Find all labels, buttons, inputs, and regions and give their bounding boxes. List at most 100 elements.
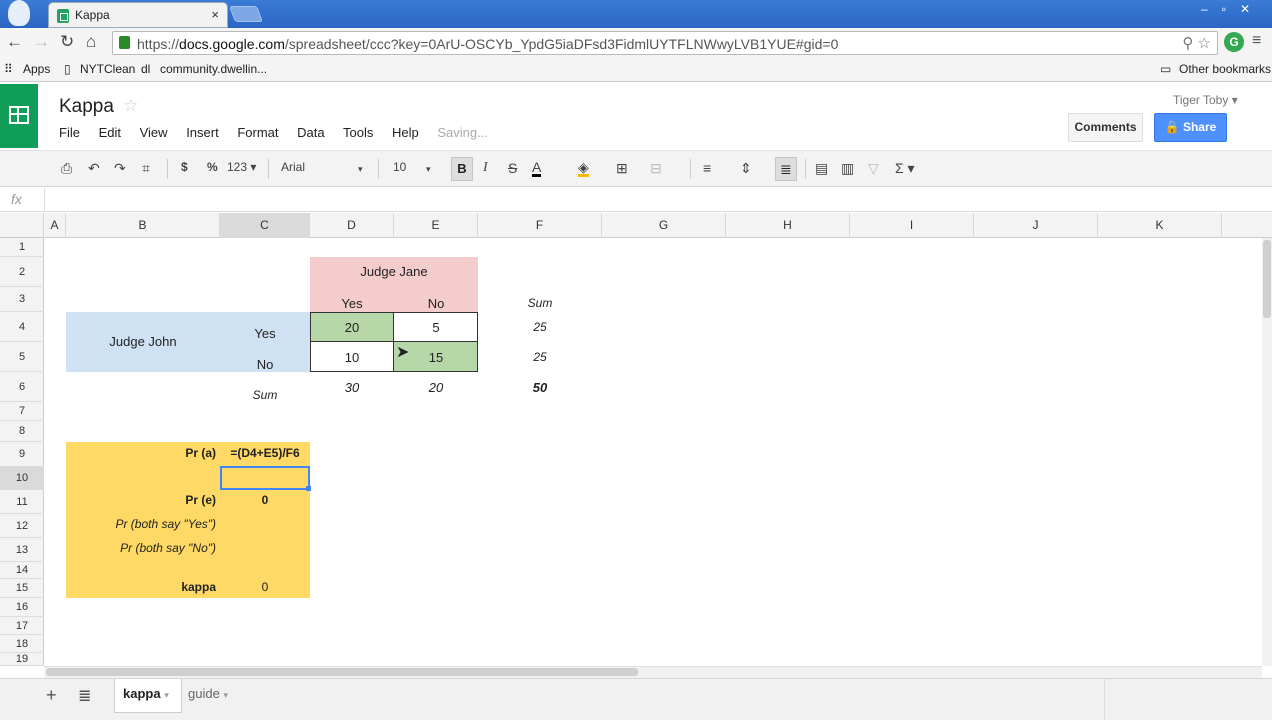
align-left-icon[interactable]: ≡: [703, 160, 711, 176]
home-icon[interactable]: ⌂: [86, 32, 96, 52]
user-name[interactable]: Tiger Toby ▾: [1173, 93, 1238, 107]
row-header[interactable]: 10: [0, 467, 44, 490]
sheet-tab-guide[interactable]: guide ▾: [188, 679, 248, 713]
bookmark-community[interactable]: community.dwellin...: [160, 62, 267, 76]
undo-icon[interactable]: ↶: [88, 160, 100, 177]
extension-icon[interactable]: G: [1224, 32, 1244, 52]
menu-tools[interactable]: Tools: [343, 125, 373, 140]
font-select[interactable]: Arial: [281, 160, 305, 174]
chevron-down-icon[interactable]: ▾: [164, 690, 169, 700]
currency-format-button[interactable]: $: [181, 160, 188, 174]
chevron-down-icon[interactable]: ▾: [358, 164, 363, 175]
kappa-value[interactable]: 0: [220, 580, 310, 594]
row-header[interactable]: 9: [0, 442, 44, 467]
bookmark-star-icon[interactable]: ⚲ ☆: [1182, 34, 1211, 52]
pr-e-value[interactable]: 0: [220, 493, 310, 507]
cell-grid[interactable]: Judge Jane Yes No Sum Judge John Yes No …: [44, 238, 1262, 666]
value-f5[interactable]: 25: [478, 350, 602, 364]
number-format-button[interactable]: 123 ▾: [227, 160, 256, 174]
row-header[interactable]: 6: [0, 372, 44, 402]
kappa-label[interactable]: kappa: [66, 580, 216, 594]
chevron-down-icon[interactable]: ▾: [223, 690, 228, 700]
italic-button[interactable]: I: [483, 160, 488, 176]
formula-bar[interactable]: fx: [0, 188, 1272, 212]
menu-format[interactable]: Format: [237, 125, 278, 140]
sheet-tab-kappa[interactable]: kappa ▾: [114, 679, 182, 713]
judge-john-label[interactable]: Judge John: [66, 334, 220, 349]
print-icon[interactable]: ⎙: [61, 160, 72, 177]
other-bookmarks[interactable]: Other bookmarks: [1179, 62, 1271, 76]
chrome-menu-icon[interactable]: ≡: [1252, 32, 1261, 50]
all-sheets-icon[interactable]: ≣: [78, 686, 91, 706]
row-header[interactable]: 2: [0, 257, 44, 287]
horizontal-scroll-thumb[interactable]: [46, 668, 638, 676]
redo-icon[interactable]: ↷: [114, 160, 126, 177]
value-d6[interactable]: 30: [310, 380, 394, 395]
pr-e-label[interactable]: Pr (e): [66, 493, 216, 507]
comments-button[interactable]: Comments: [1068, 113, 1143, 142]
chevron-down-icon[interactable]: ▾: [426, 164, 431, 175]
browser-tab[interactable]: Kappa ×: [48, 2, 228, 28]
jane-no-label[interactable]: No: [394, 296, 478, 311]
selected-cell-c10[interactable]: [220, 466, 310, 490]
text-color-button[interactable]: A: [532, 160, 542, 177]
pr-a-label[interactable]: Pr (a): [66, 446, 216, 460]
forward-icon[interactable]: →: [33, 32, 50, 52]
column-header-i[interactable]: I: [850, 213, 974, 238]
bookmark-apps[interactable]: Apps: [23, 62, 50, 76]
pr-both-yes-label[interactable]: Pr (both say "Yes"): [66, 517, 216, 531]
vertical-scroll-thumb[interactable]: [1263, 240, 1271, 318]
row-header[interactable]: 8: [0, 421, 44, 442]
sum-row-label[interactable]: Sum: [220, 388, 310, 402]
bold-button[interactable]: B: [451, 157, 473, 181]
comment-icon[interactable]: ▤: [815, 160, 828, 177]
judge-jane-label[interactable]: Judge Jane: [310, 264, 478, 279]
fill-handle[interactable]: [306, 486, 311, 491]
row-header[interactable]: 7: [0, 402, 44, 421]
jane-yes-label[interactable]: Yes: [310, 296, 394, 311]
functions-button[interactable]: Σ ▾: [895, 160, 915, 177]
menu-edit[interactable]: Edit: [99, 125, 121, 140]
column-header-c[interactable]: C: [220, 213, 310, 238]
menu-file[interactable]: File: [59, 125, 80, 140]
column-header-k[interactable]: K: [1098, 213, 1222, 238]
borders-icon[interactable]: ⊞: [616, 160, 628, 177]
sheets-logo-icon[interactable]: [0, 84, 38, 148]
john-no-label[interactable]: No: [220, 357, 310, 372]
percent-format-button[interactable]: %: [207, 160, 218, 174]
row-header[interactable]: 1: [0, 238, 44, 257]
value-f4[interactable]: 25: [478, 320, 602, 334]
close-tab-icon[interactable]: ×: [211, 7, 219, 22]
paint-format-icon[interactable]: ⌗: [142, 160, 150, 177]
row-header[interactable]: 5: [0, 342, 44, 372]
sum-col-label[interactable]: Sum: [478, 296, 602, 310]
user-avatar-icon[interactable]: [8, 0, 30, 26]
row-header[interactable]: 11: [0, 490, 44, 514]
value-f6[interactable]: 50: [478, 380, 602, 395]
column-header-j[interactable]: J: [974, 213, 1098, 238]
row-header[interactable]: 3: [0, 287, 44, 312]
john-yes-label[interactable]: Yes: [220, 326, 310, 341]
vertical-align-icon[interactable]: ⇕: [740, 160, 752, 177]
column-header-b[interactable]: B: [66, 213, 220, 238]
row-header[interactable]: 4: [0, 312, 44, 342]
share-button[interactable]: 🔒 Share: [1154, 113, 1227, 142]
column-header-d[interactable]: D: [310, 213, 394, 238]
column-header-a[interactable]: A: [44, 213, 66, 238]
menu-view[interactable]: View: [140, 125, 168, 140]
text-wrap-button[interactable]: ≣: [775, 157, 797, 181]
row-header[interactable]: 16: [0, 598, 44, 617]
new-tab-button[interactable]: [229, 6, 263, 22]
address-bar[interactable]: https://docs.google.com/spreadsheet/ccc?…: [112, 31, 1218, 55]
document-title[interactable]: Kappa: [59, 96, 114, 118]
pr-a-formula[interactable]: =(D4+E5)/F6: [220, 446, 310, 460]
row-header[interactable]: 12: [0, 514, 44, 538]
menu-data[interactable]: Data: [297, 125, 324, 140]
row-header[interactable]: 17: [0, 617, 44, 635]
star-icon[interactable]: ☆: [123, 96, 138, 116]
reload-icon[interactable]: ↻: [60, 32, 74, 52]
row-header[interactable]: 14: [0, 562, 44, 579]
column-header-g[interactable]: G: [602, 213, 726, 238]
insert-chart-icon[interactable]: ▥: [841, 160, 854, 177]
bookmark-nytclean[interactable]: NYTClean: [80, 62, 135, 76]
